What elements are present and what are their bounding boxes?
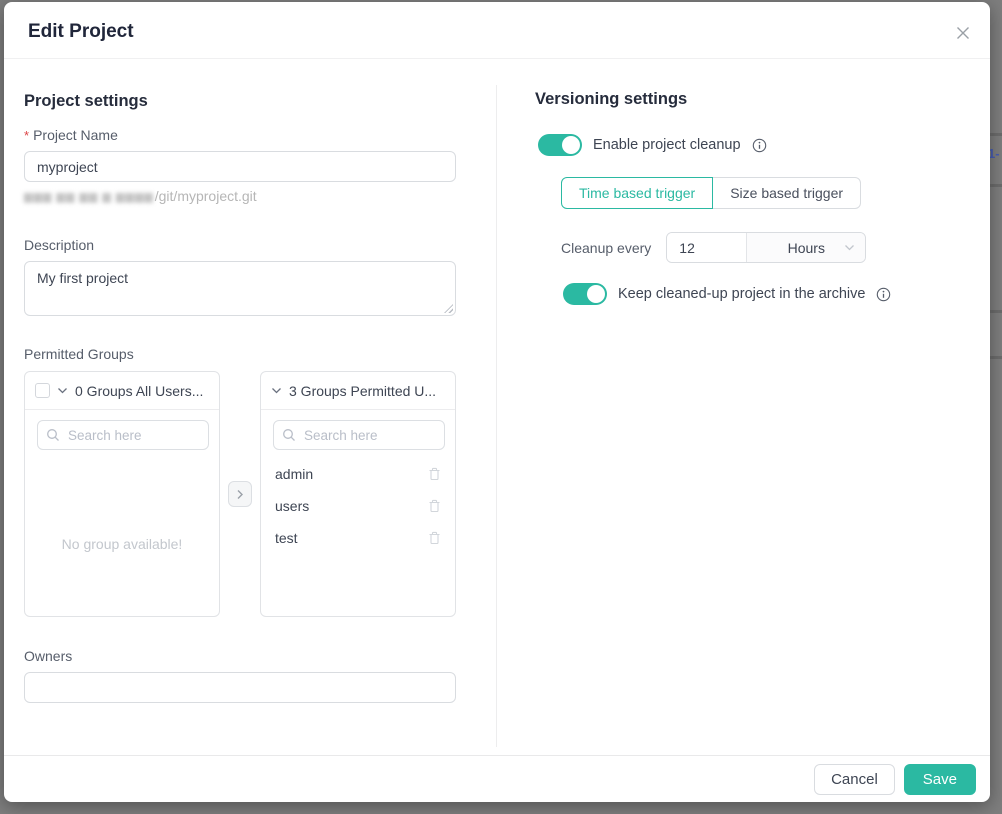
group-list-item[interactable]: users xyxy=(261,490,455,522)
project-settings-column: Project settings * Project Name ▆▆▆ ▆▆ ▆… xyxy=(24,60,460,703)
modal-header: Edit Project xyxy=(4,2,990,59)
trash-icon xyxy=(428,531,441,545)
toggle-knob xyxy=(562,136,580,154)
group-name: admin xyxy=(275,466,313,482)
chevron-down-icon xyxy=(57,387,68,395)
description-field-wrap: My first project xyxy=(24,261,456,316)
group-name: test xyxy=(275,530,298,546)
toggle-knob xyxy=(587,285,605,303)
cleanup-value-input[interactable] xyxy=(667,233,746,262)
permitted-groups-label: Permitted Groups xyxy=(24,346,460,362)
all-groups-search xyxy=(37,420,207,450)
enable-cleanup-row: Enable project cleanup xyxy=(535,134,975,156)
owners-input[interactable] xyxy=(24,672,456,703)
permitted-groups-search-input[interactable] xyxy=(273,420,445,450)
delete-group-button[interactable] xyxy=(428,467,441,481)
versioning-settings-column: Versioning settings Enable project clean… xyxy=(535,60,975,305)
all-groups-panel: 0 Groups All Users... No group available… xyxy=(24,371,220,617)
trigger-tabs: Time based trigger Size based trigger xyxy=(561,177,975,209)
description-textarea[interactable]: My first project xyxy=(24,261,456,316)
group-name: users xyxy=(275,498,309,514)
save-button[interactable]: Save xyxy=(904,764,976,795)
info-icon[interactable] xyxy=(876,287,891,302)
permitted-groups-panel-title: 3 Groups Permitted U... xyxy=(289,383,436,399)
cleanup-interval-group: Hours xyxy=(666,232,866,263)
keep-archive-row: Keep cleaned-up project in the archive xyxy=(535,283,975,305)
select-all-checkbox[interactable] xyxy=(35,383,50,398)
project-settings-heading: Project settings xyxy=(24,92,460,111)
enable-cleanup-label: Enable project cleanup xyxy=(593,137,741,153)
required-asterisk: * xyxy=(24,128,29,143)
move-right-button[interactable] xyxy=(228,481,252,507)
permitted-groups-panel-header[interactable]: 3 Groups Permitted U... xyxy=(261,372,455,410)
description-label: Description xyxy=(24,237,460,253)
info-icon[interactable] xyxy=(752,138,767,153)
transfer-controls xyxy=(220,371,260,617)
git-url-suffix: /git/myproject.git xyxy=(155,188,257,204)
project-name-label: Project Name xyxy=(33,127,118,143)
versioning-settings-heading: Versioning settings xyxy=(535,90,975,109)
chevron-down-icon xyxy=(844,244,855,252)
enable-cleanup-toggle[interactable] xyxy=(538,134,582,156)
keep-archive-label: Keep cleaned-up project in the archive xyxy=(618,286,865,302)
cancel-button[interactable]: Cancel xyxy=(814,764,895,795)
cleanup-every-label: Cleanup every xyxy=(561,240,651,256)
tab-size-based-trigger[interactable]: Size based trigger xyxy=(712,177,861,209)
close-icon xyxy=(955,25,971,41)
all-groups-panel-title: 0 Groups All Users... xyxy=(75,383,203,399)
git-url-redacted-host: ▆▆▆ ▆▆ ▆▆ ▆ ▆▆▆▆ xyxy=(24,190,154,203)
column-divider xyxy=(496,85,497,747)
trash-icon xyxy=(428,499,441,513)
group-list-item[interactable]: test xyxy=(261,522,455,554)
tab-time-based-trigger[interactable]: Time based trigger xyxy=(561,177,713,209)
edit-project-modal: Edit Project Project settings * Project … xyxy=(4,2,990,802)
owners-label: Owners xyxy=(24,648,460,664)
chevron-right-icon xyxy=(235,489,245,500)
info-icon xyxy=(752,138,767,153)
permitted-groups-panel: 3 Groups Permitted U... admin xyxy=(260,371,456,617)
project-name-label-row: * Project Name xyxy=(24,127,460,143)
group-transfer-widget: 0 Groups All Users... No group available… xyxy=(24,371,456,617)
delete-group-button[interactable] xyxy=(428,499,441,513)
all-groups-search-input[interactable] xyxy=(37,420,209,450)
cleanup-every-row: Cleanup every Hours xyxy=(561,232,975,263)
delete-group-button[interactable] xyxy=(428,531,441,545)
cleanup-unit-select[interactable]: Hours xyxy=(746,233,865,262)
cleanup-unit-value: Hours xyxy=(788,240,825,256)
project-name-input[interactable] xyxy=(24,151,456,182)
chevron-down-icon xyxy=(271,387,282,395)
no-group-available-text: No group available! xyxy=(25,536,219,552)
modal-title: Edit Project xyxy=(28,21,134,43)
git-url: ▆▆▆ ▆▆ ▆▆ ▆ ▆▆▆▆ /git/myproject.git xyxy=(24,188,460,204)
modal-footer: Cancel Save xyxy=(4,755,990,802)
permitted-groups-list: admin users xyxy=(261,458,455,554)
info-icon xyxy=(876,287,891,302)
permitted-groups-search xyxy=(273,420,443,450)
keep-archive-toggle[interactable] xyxy=(563,283,607,305)
trash-icon xyxy=(428,467,441,481)
close-button[interactable] xyxy=(954,24,972,42)
search-icon xyxy=(282,428,296,442)
all-groups-panel-header[interactable]: 0 Groups All Users... xyxy=(25,372,219,410)
search-icon xyxy=(46,428,60,442)
group-list-item[interactable]: admin xyxy=(261,458,455,490)
